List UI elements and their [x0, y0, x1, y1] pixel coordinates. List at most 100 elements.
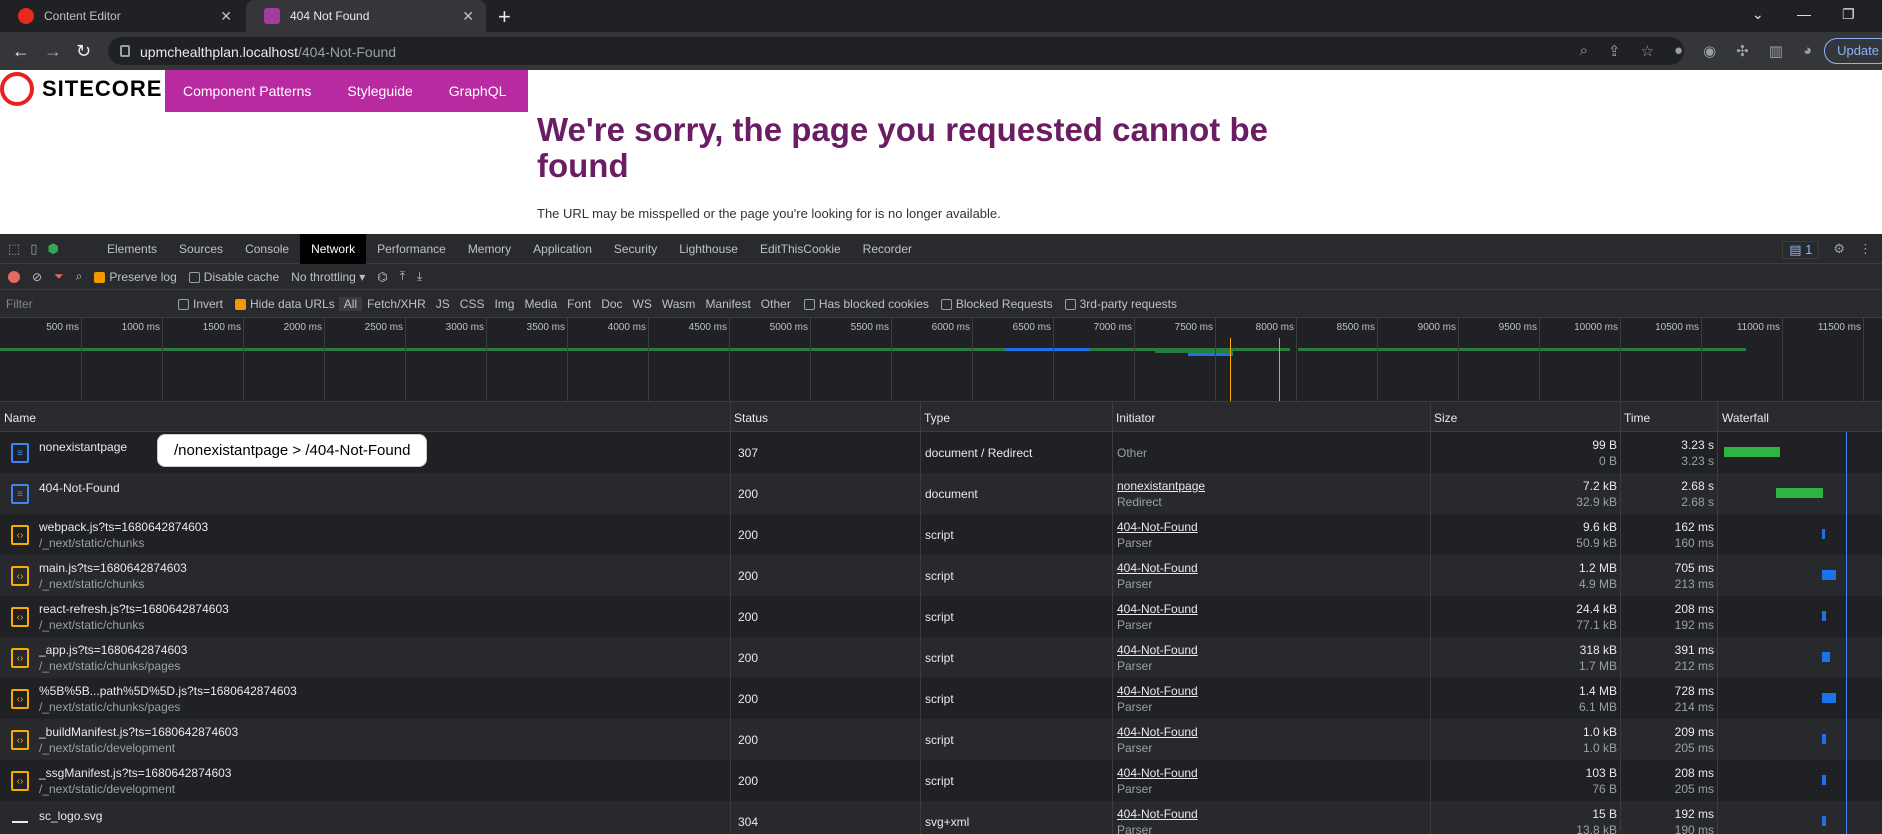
devtools-tab-memory[interactable]: Memory [457, 234, 522, 264]
col-waterfall[interactable]: Waterfall [1722, 411, 1769, 425]
request-initiator[interactable]: nonexistantpage [1117, 479, 1205, 493]
throttling-select[interactable]: No throttling ▾ [291, 270, 365, 284]
devtools-tab-network[interactable]: Network [300, 233, 367, 264]
devtools-tab-recorder[interactable]: Recorder [852, 234, 923, 264]
request-name[interactable]: react-refresh.js?ts=1680642874603 [39, 602, 229, 616]
table-row[interactable]: ‹› _app.js?ts=1680642874603 /_next/static/… [0, 637, 1882, 678]
close-tab-icon[interactable]: ✕ [462, 8, 474, 25]
filter-type-other[interactable]: Other [756, 297, 796, 311]
filter-funnel-icon[interactable]: ⏷ [54, 269, 64, 284]
filter-type-font[interactable]: Font [562, 297, 596, 311]
third-party-checkbox[interactable]: 3rd-party requests [1057, 297, 1185, 311]
request-initiator[interactable]: 404-Not-Found [1117, 766, 1198, 780]
hide-data-urls-checkbox[interactable]: Hide data URLs [231, 297, 339, 311]
record-icon[interactable] [8, 270, 20, 283]
zoom-icon[interactable]: ⌕ [1580, 42, 1588, 60]
devtools-tab-editthiscookie[interactable]: EditThisCookie [749, 234, 852, 264]
filter-type-js[interactable]: JS [431, 297, 455, 311]
issues-badge[interactable]: ▤ 1 [1782, 241, 1820, 259]
table-row[interactable]: ≡ 404-Not-Found 200 document nonexistantpage… [0, 473, 1882, 514]
back-icon[interactable]: ← [12, 41, 30, 62]
clear-icon[interactable]: ⊘ [32, 270, 42, 284]
sitecore-logo[interactable]: SITECORE [0, 72, 162, 106]
blocked-cookies-checkbox[interactable]: Has blocked cookies [796, 297, 937, 311]
table-row[interactable]: ‹› _ssgManifest.js?ts=1680642874603 /_next… [0, 760, 1882, 801]
col-name[interactable]: Name [4, 411, 36, 425]
col-size[interactable]: Size [1434, 411, 1457, 425]
close-tab-icon[interactable]: ✕ [220, 8, 232, 25]
bookmark-star-icon[interactable]: ☆ [1641, 42, 1654, 60]
browser-tab-404[interactable]: 404 Not Found ✕ [246, 0, 486, 32]
extension-hex-icon[interactable]: ⬢ [47, 241, 58, 257]
filter-type-wasm[interactable]: Wasm [657, 297, 701, 311]
inspect-element-icon[interactable]: ⬚ [8, 241, 20, 257]
request-initiator[interactable]: 404-Not-Found [1117, 561, 1198, 575]
table-row[interactable]: ‹› webpack.js?ts=1680642874603 /_next/stat… [0, 514, 1882, 555]
filter-type-all[interactable]: All [338, 296, 363, 311]
browser-tab-content-editor[interactable]: Content Editor ✕ [0, 0, 244, 32]
request-initiator[interactable]: 404-Not-Found [1117, 684, 1198, 698]
restore-icon[interactable]: ❐ [1842, 6, 1855, 23]
nav-styleguide[interactable]: Styleguide [329, 83, 430, 99]
devtools-tab-console[interactable]: Console [234, 234, 300, 264]
filter-type-ws[interactable]: WS [628, 297, 657, 311]
forward-icon[interactable]: → [44, 41, 62, 62]
tab-search-chevron-icon[interactable]: ⌄ [1752, 6, 1764, 23]
filter-type-fetch[interactable]: Fetch/XHR [362, 297, 431, 311]
reload-icon[interactable]: ↻ [76, 41, 91, 62]
devtools-tab-application[interactable]: Application [522, 234, 603, 264]
filter-type-manifest[interactable]: Manifest [700, 297, 755, 311]
filter-type-doc[interactable]: Doc [596, 297, 627, 311]
network-conditions-icon[interactable]: ⌬ [377, 270, 387, 284]
more-options-icon[interactable]: ⋮ [1859, 241, 1872, 259]
new-tab-icon[interactable]: + [498, 4, 511, 30]
device-toolbar-icon[interactable]: ▯ [30, 241, 37, 257]
table-row[interactable]: ‹› _buildManifest.js?ts=1680642874603 /_ne… [0, 719, 1882, 760]
search-icon[interactable]: ⌕ [76, 269, 83, 284]
export-har-icon[interactable]: ⤓ [417, 269, 422, 284]
request-initiator[interactable]: 404-Not-Found [1117, 725, 1198, 739]
url-text[interactable]: upmchealthplan.localhost/404-Not-Found [140, 44, 396, 60]
disable-cache-checkbox[interactable]: Disable cache [188, 270, 279, 284]
request-name[interactable]: _ssgManifest.js?ts=1680642874603 [39, 766, 231, 780]
preserve-log-checkbox[interactable]: Preserve log [94, 270, 177, 284]
invert-checkbox[interactable]: Invert [170, 297, 231, 311]
col-type[interactable]: Type [924, 411, 950, 425]
blocked-requests-checkbox[interactable]: Blocked Requests [937, 297, 1057, 311]
table-row[interactable]: ≡ nonexistantpage 307 document / Redirect Ot… [0, 432, 1882, 473]
cookie-extension-icon[interactable]: ● [1674, 42, 1683, 60]
table-row[interactable]: ‹› %5B%5B...path%5D%5D.js?ts=168064287460… [0, 678, 1882, 719]
devtools-tab-security[interactable]: Security [603, 234, 668, 264]
request-name[interactable]: nonexistantpage [39, 440, 127, 454]
col-initiator[interactable]: Initiator [1116, 411, 1155, 425]
filter-type-media[interactable]: Media [519, 297, 562, 311]
table-row[interactable]: ‹› main.js?ts=1680642874603 /_next/static/… [0, 555, 1882, 596]
table-row[interactable]: sc_logo.svg 304 svg+xml 404-Not-Found Parser… [0, 801, 1882, 834]
network-overview-timeline[interactable]: 500 ms 1000 ms 1500 ms 2000 ms 2500 ms 3000 m… [0, 318, 1882, 402]
filter-input[interactable]: Filter [0, 297, 170, 311]
filter-type-css[interactable]: CSS [455, 297, 490, 311]
settings-gear-icon[interactable]: ⚙ [1833, 241, 1845, 259]
request-name[interactable]: %5B%5B...path%5D%5D.js?ts=1680642874603 [39, 684, 297, 698]
nav-graphql[interactable]: GraphQL [431, 83, 525, 99]
nav-component-patterns[interactable]: Component Patterns [165, 83, 329, 99]
request-name[interactable]: _app.js?ts=1680642874603 [39, 643, 187, 657]
request-name[interactable]: main.js?ts=1680642874603 [39, 561, 187, 575]
table-row[interactable]: ‹› react-refresh.js?ts=1680642874603 /_nex… [0, 596, 1882, 637]
request-initiator[interactable]: 404-Not-Found [1117, 520, 1198, 534]
request-name[interactable]: _buildManifest.js?ts=1680642874603 [39, 725, 238, 739]
profile-avatar[interactable]: ◕ [1803, 42, 1812, 60]
import-har-icon[interactable]: ⤒ [400, 269, 405, 284]
filter-type-img[interactable]: Img [489, 297, 519, 311]
request-name[interactable]: 404-Not-Found [39, 481, 120, 495]
ublock-extension-icon[interactable]: ◉ [1703, 42, 1716, 60]
request-name[interactable]: sc_logo.svg [39, 809, 102, 823]
request-initiator[interactable]: 404-Not-Found [1117, 602, 1198, 616]
devtools-tab-sources[interactable]: Sources [168, 234, 234, 264]
minimize-icon[interactable]: — [1797, 6, 1811, 22]
request-initiator[interactable]: 404-Not-Found [1117, 643, 1198, 657]
request-name[interactable]: webpack.js?ts=1680642874603 [39, 520, 208, 534]
devtools-tab-lighthouse[interactable]: Lighthouse [668, 234, 749, 264]
extensions-puzzle-icon[interactable]: ✣ [1736, 42, 1749, 60]
devtools-tab-performance[interactable]: Performance [366, 234, 457, 264]
